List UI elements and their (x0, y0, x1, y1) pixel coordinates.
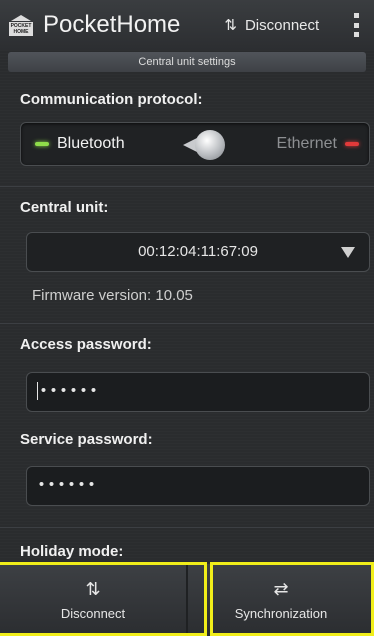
divider (0, 527, 374, 528)
access-password-field[interactable]: •••••• (26, 372, 370, 412)
connect-arrows-icon: ⇅ (224, 17, 237, 34)
overflow-menu-icon[interactable] (354, 13, 360, 37)
ethernet-option[interactable]: Ethernet (277, 135, 359, 153)
app-logo-icon: POCKET HOME (8, 12, 34, 38)
central-unit-label: Central unit: (20, 199, 109, 216)
dropdown-arrow-icon (341, 247, 355, 258)
access-password-value: •••••• (39, 383, 100, 400)
service-password-field[interactable]: •••••• (26, 466, 370, 506)
ethernet-led-icon (345, 142, 359, 146)
bluetooth-label: Bluetooth (57, 135, 125, 152)
text-cursor (37, 382, 38, 401)
ethernet-label: Ethernet (276, 135, 337, 152)
disconnect-action-button[interactable]: ⇅ Disconnect (224, 16, 320, 35)
firmware-version: Firmware version: 10.05 (32, 287, 193, 304)
highlight-box-synchronization (210, 562, 374, 636)
protocol-switch[interactable]: Bluetooth Ethernet (20, 122, 370, 166)
access-password-label: Access password: (20, 336, 152, 353)
central-unit-dropdown[interactable]: 00:12:04:11:67:09 (26, 232, 370, 272)
disconnect-action-label: Disconnect (244, 16, 320, 34)
bluetooth-option[interactable]: Bluetooth (35, 135, 125, 153)
bluetooth-led-icon (35, 142, 49, 146)
subheader: Central unit settings (8, 52, 366, 72)
divider (0, 323, 374, 324)
service-password-value: •••••• (37, 477, 98, 494)
holiday-mode-label: Holiday mode: (20, 543, 124, 560)
central-unit-value: 00:12:04:11:67:09 (138, 243, 258, 260)
action-bar: POCKET HOME PocketHome ⇅ Disconnect (0, 0, 374, 50)
service-password-label: Service password: (20, 431, 153, 448)
app-title: PocketHome (43, 11, 181, 38)
switch-knob[interactable] (183, 130, 229, 160)
communication-protocol-label: Communication protocol: (20, 91, 203, 108)
divider (0, 186, 374, 187)
highlight-box-disconnect (0, 562, 207, 636)
